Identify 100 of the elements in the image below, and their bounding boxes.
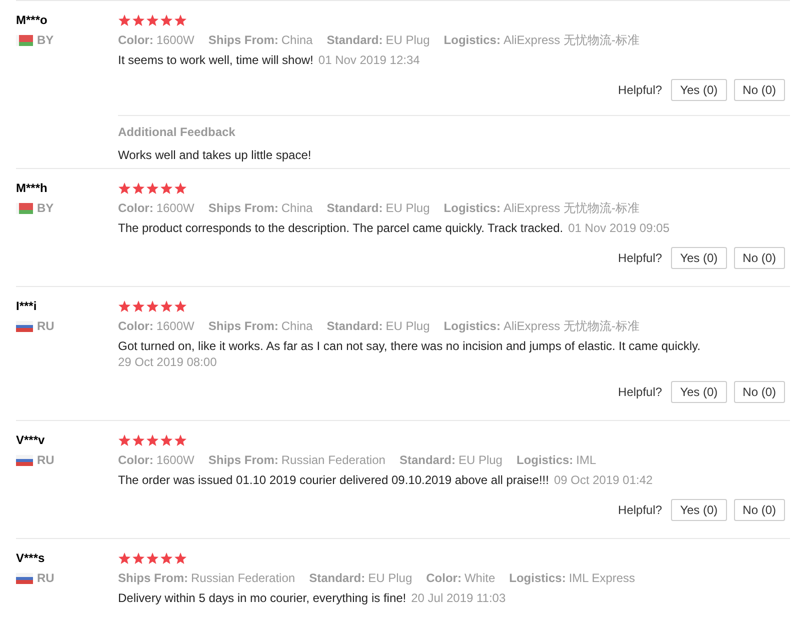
review-text: The order was issued 01.10 2019 courier delivered 09.10.2019 above all praise!!! [118,472,549,488]
attribute-label: Color: [426,570,462,586]
vote-button[interactable]: Yes (0) [671,247,727,269]
flag-icon [16,320,33,332]
attribute-label: Standard: [309,570,366,586]
feedback-text: Works well and takes up little space! [118,147,312,163]
attribute-label: Logistics: [444,200,500,216]
vote-button[interactable]: No (0) [734,499,785,521]
country-code: RU [37,452,54,468]
attribute-value: 1600W [156,32,194,48]
attribute-value: 1600W [156,452,194,468]
review-date: 01 Nov 2019 12:34 [318,52,420,68]
review-text: It seems to work well, time will show! [118,52,314,68]
star-icon [160,434,173,446]
star-icon [118,300,131,312]
flag-icon [16,34,33,46]
review-date: 09 Oct 2019 01:42 [554,472,653,488]
attribute-label: Standard: [326,32,383,48]
attribute-label: Logistics: [444,318,500,334]
star-icon [118,14,131,26]
helpful-label: Helpful? [618,502,662,519]
attribute-label: Ships From: [208,200,278,216]
attribute-label: Color: [118,318,154,334]
star-icon [160,182,173,194]
attribute-label: Standard: [326,318,383,334]
helpful-label: Helpful? [618,82,662,99]
attribute-value: 1600W [156,200,194,216]
vote-button[interactable]: No (0) [734,381,785,403]
review-text: Got turned on, like it works. As far as I can not say, there was no incision and jumps of elastic. It came quickly. [118,338,700,354]
attribute-label: Logistics: [516,452,574,468]
star-icon [160,552,173,564]
star-icon [132,434,145,446]
attribute-value: Russian Federation [191,570,296,586]
country-code: RU [37,318,54,334]
vote-button[interactable]: Yes (0) [671,381,727,403]
attribute-label: Logistics: [509,570,566,586]
feedback-heading: Additional Feedback [118,124,236,140]
attribute-label: Ships From: [208,318,278,334]
helpful-label: Helpful? [618,384,662,401]
attribute-label: Color: [118,200,154,216]
attribute-value: China [281,32,313,48]
flag-icon [16,572,33,584]
attribute-value: 1600W [156,318,194,334]
attribute-value: China [281,318,313,334]
attribute-label: Color: [118,452,154,468]
flag-icon [16,454,33,466]
attribute-value: AliExpress 无忧物流-标准 [503,200,640,216]
vote-button[interactable]: No (0) [734,247,785,269]
attribute-value: EU Plug [368,570,412,586]
star-icon [174,182,187,194]
star-icon [118,552,131,564]
star-icon [174,434,187,446]
attribute-value: IML [576,452,596,468]
star-icon [146,300,159,312]
star-icon [174,300,187,312]
country-code: BY [37,200,54,216]
reviewer-name: I***i [16,298,38,314]
attribute-label: Standard: [326,200,383,216]
attribute-label: Logistics: [444,32,500,48]
reviewer-name: M***o [16,12,48,28]
helpful-label: Helpful? [618,250,662,267]
attribute-value: EU Plug [458,452,502,468]
star-icon [132,300,145,312]
review-date: 01 Nov 2019 09:05 [568,220,670,236]
country-code: BY [37,32,54,48]
star-icon [146,552,159,564]
star-icon [118,182,131,194]
reviewer-name: V***v [16,432,46,448]
star-icon [146,434,159,446]
reviewer-name: M***h [16,180,48,196]
attribute-label: Ships From: [208,32,278,48]
star-icon [160,300,173,312]
star-icon [174,14,187,26]
attribute-value: EU Plug [386,32,430,48]
attribute-value: China [281,200,313,216]
attribute-label: Standard: [399,452,456,468]
attribute-value: AliExpress 无忧物流-标准 [503,32,640,48]
review-date: 20 Jul 2019 11:03 [411,590,506,606]
star-icon [132,552,145,564]
attribute-value: White [464,570,496,586]
attribute-label: Color: [118,32,154,48]
vote-button[interactable]: Yes (0) [671,499,727,521]
vote-button[interactable]: Yes (0) [671,79,727,101]
star-icon [174,552,187,564]
attribute-value: EU Plug [386,200,430,216]
star-icon [118,434,131,446]
star-icon [132,14,145,26]
star-icon [132,182,145,194]
star-icon [146,14,159,26]
review-text: Delivery within 5 days in mo courier, everything is fine! [118,590,406,606]
attribute-value: EU Plug [386,318,430,334]
country-code: RU [37,570,54,586]
flag-icon [16,202,33,214]
attribute-value: IML Express [568,570,636,586]
review-text: The product corresponds to the description. The parcel came quickly. Track tracked. [118,220,564,236]
vote-button[interactable]: No (0) [734,79,785,101]
attribute-value: AliExpress 无忧物流-标准 [503,318,640,334]
attribute-label: Ships From: [208,452,278,468]
attribute-label: Ships From: [118,570,188,586]
attribute-value: Russian Federation [281,452,386,468]
